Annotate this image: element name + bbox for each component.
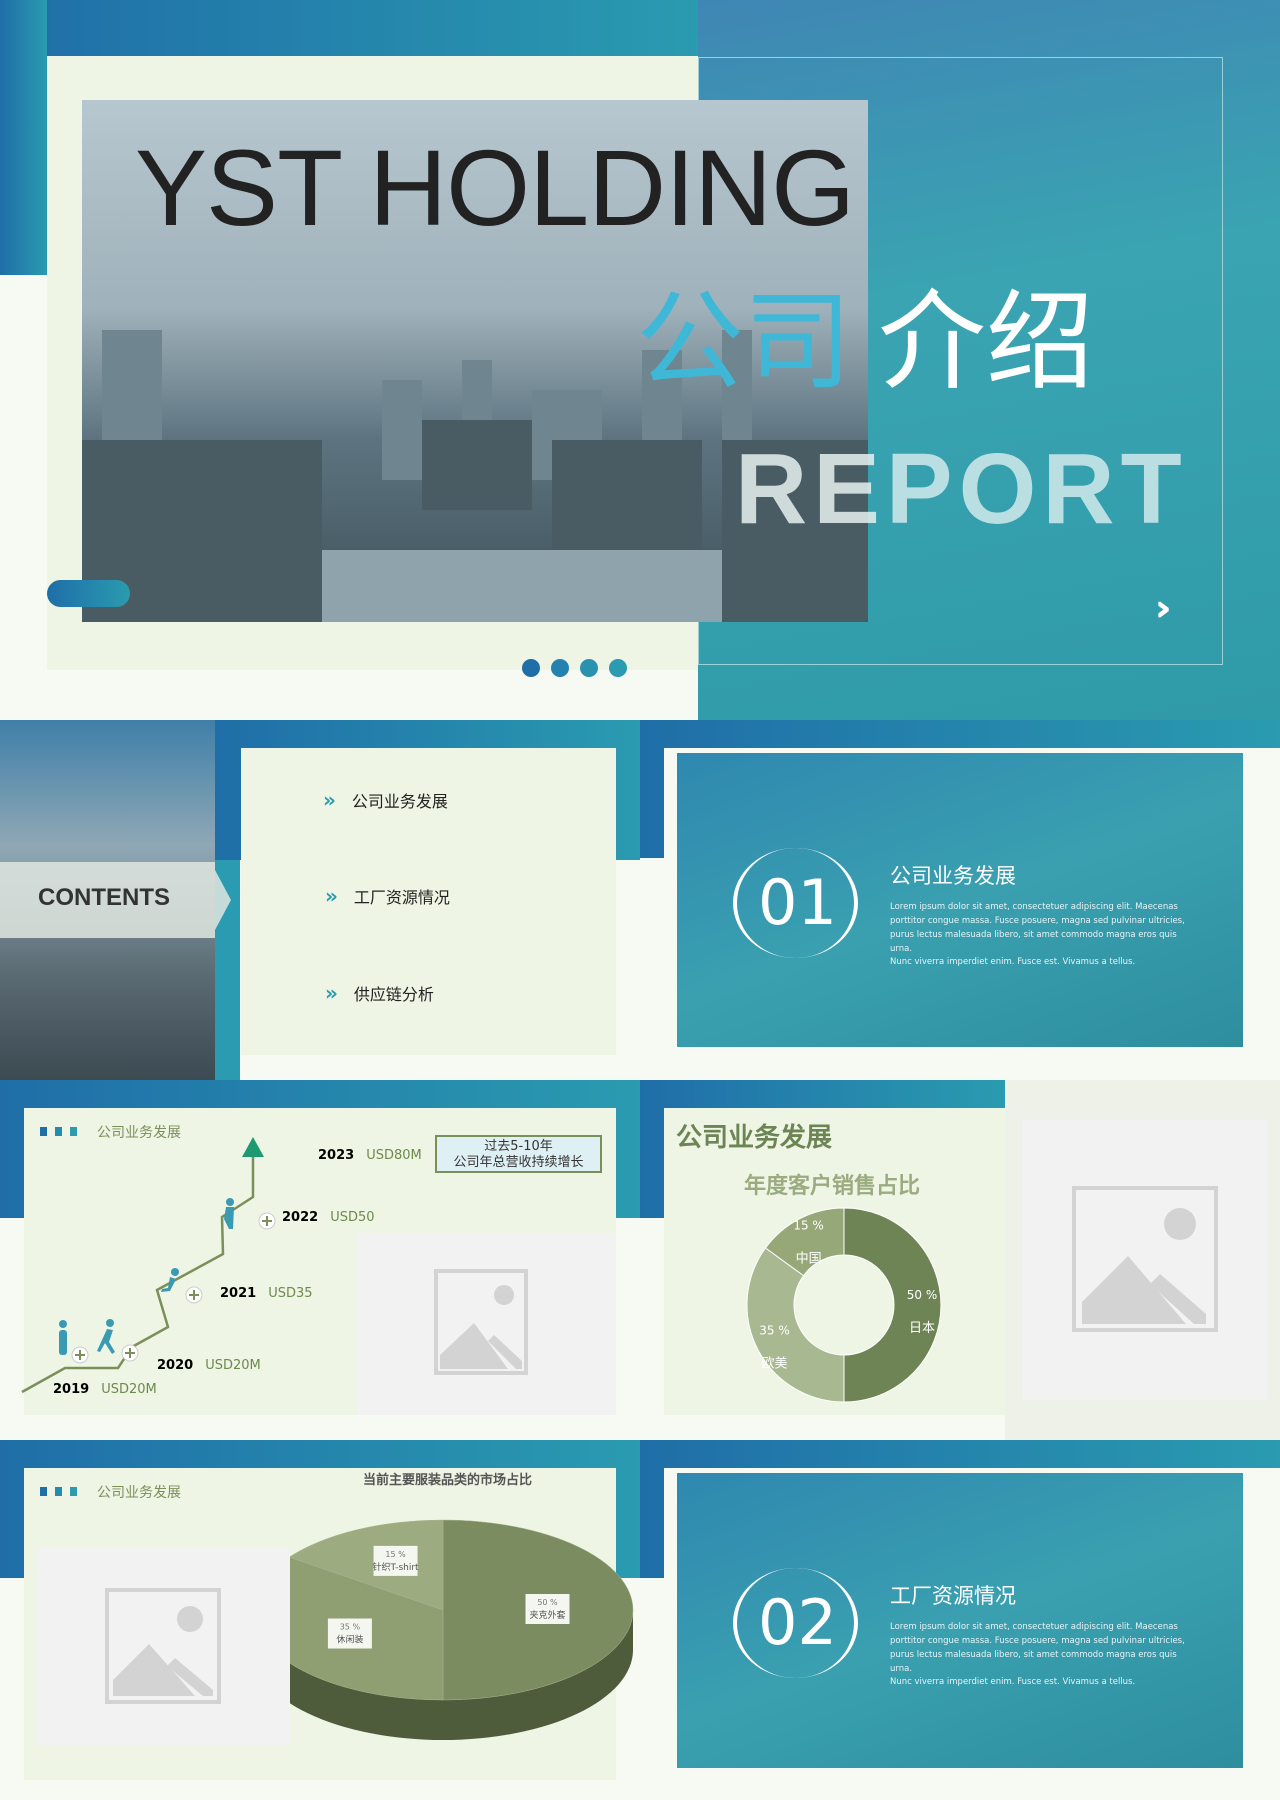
- donut-value-label: 50 %: [907, 1288, 938, 1302]
- donut-value-label: 15 %: [793, 1219, 824, 1233]
- menu-item-3[interactable]: » 供应链分析: [325, 981, 434, 1005]
- left-strip: [0, 0, 47, 275]
- dot[interactable]: [580, 659, 598, 677]
- person-standing-icon: [59, 1320, 67, 1328]
- person-jumping-icon: [226, 1198, 234, 1206]
- section-title: 公司业务发展: [890, 864, 1016, 888]
- cover-cn-title-a: 公司: [636, 280, 853, 405]
- pie-value-label: 50 %: [537, 1598, 558, 1607]
- contents-label: CONTENTS: [38, 884, 170, 911]
- pie-category-label: 夹克外套: [529, 1609, 565, 1621]
- section-body: Lorem ipsum dolor sit amet, consectetuer…: [890, 902, 1185, 954]
- dot[interactable]: [551, 659, 569, 677]
- image-placeholder[interactable]: [37, 1548, 290, 1745]
- donut-chart: 50 % 日本 35 % 欧美 15 % 中国: [746, 1207, 942, 1403]
- person-icons: [59, 1198, 234, 1355]
- cover-cn-title-b: 介绍: [878, 280, 1095, 405]
- section-number: 02: [758, 1586, 837, 1659]
- chevron-right-icon: »: [323, 788, 336, 812]
- pie-chart-title: 当前主要服装品类的市场占比: [363, 1473, 533, 1488]
- pie-value-label: 15 %: [385, 1550, 406, 1559]
- arrow-up-icon: [242, 1137, 264, 1157]
- cover-report: REPORT: [735, 433, 1188, 545]
- donut-category-label: 中国: [796, 1252, 822, 1267]
- donut-chart-title: 年度客户销售占比: [744, 1174, 921, 1199]
- dot[interactable]: [609, 659, 627, 677]
- section-body: Lorem ipsum dolor sit amet, consectetuer…: [890, 1622, 1185, 1674]
- image-icon: [105, 1588, 221, 1704]
- chevron-right-icon: »: [325, 884, 338, 908]
- chevron-right-icon: »: [325, 981, 338, 1005]
- pie-category-label: 休闲装: [336, 1634, 363, 1646]
- menu-item-2[interactable]: » 工厂资源情况: [325, 884, 450, 908]
- slide-dots: [522, 659, 627, 677]
- pie-value-label: 35 %: [340, 1623, 361, 1632]
- section-number: 01: [758, 866, 837, 939]
- pie-category-label: 针织T-shirt: [373, 1561, 420, 1573]
- menu-item-1[interactable]: » 公司业务发展: [323, 788, 448, 812]
- triple-chevron-right-icon[interactable]: ›››: [1155, 588, 1169, 629]
- top-band: [0, 0, 700, 56]
- dot[interactable]: [522, 659, 540, 677]
- decor-pill: [47, 580, 130, 607]
- cover-title: YST HOLDING: [135, 127, 855, 248]
- section-title: 工厂资源情况: [890, 1584, 1016, 1608]
- image-icon: [1072, 1186, 1218, 1332]
- pie-3d-chart: 50 % 夹克外套 35 % 休闲装 15 % 针织T-shirt: [280, 1519, 634, 1740]
- person-walking-icon: [106, 1319, 114, 1327]
- slide-header: 公司业务发展: [97, 1485, 181, 1501]
- section-body-2: Nunc viverra imperdiet enim. Fusce est. …: [890, 1677, 1136, 1687]
- person-running-icon: [171, 1268, 179, 1276]
- donut-value-label: 35 %: [759, 1323, 790, 1337]
- section-body-2: Nunc viverra imperdiet enim. Fusce est. …: [890, 957, 1136, 967]
- donut-panel-title: 公司业务发展: [676, 1123, 833, 1153]
- donut-category-label: 日本: [909, 1321, 935, 1336]
- donut-slice-0: [843, 1207, 942, 1403]
- donut-category-label: 欧美: [761, 1356, 787, 1371]
- header-squares: [40, 1487, 77, 1496]
- image-placeholder[interactable]: [1022, 1120, 1267, 1400]
